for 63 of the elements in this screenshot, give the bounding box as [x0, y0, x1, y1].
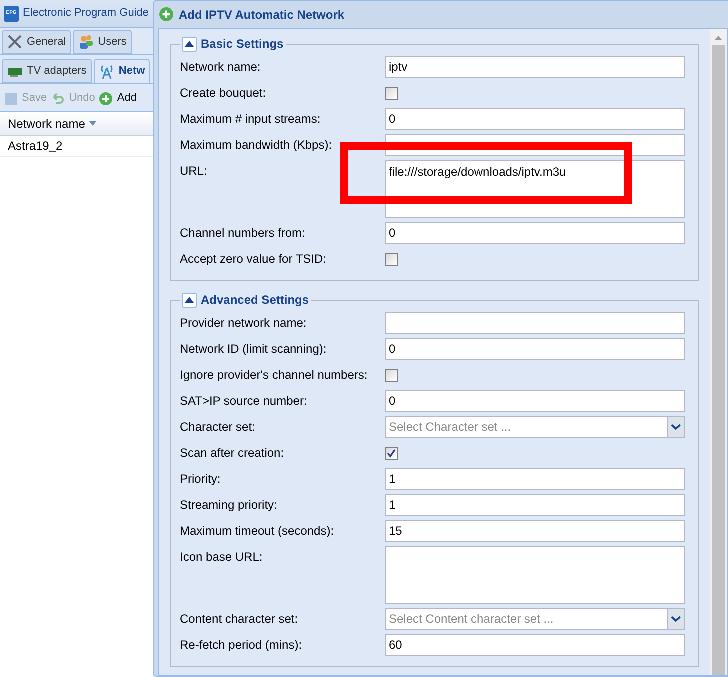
tab[interactable]: Netw	[94, 59, 150, 83]
field-label: SAT>IP source number:	[180, 393, 308, 410]
field-label: URL:	[180, 163, 208, 180]
field-label: Scan after creation:	[180, 445, 286, 462]
field-label: Icon base URL:	[180, 549, 264, 566]
tab[interactable]: General	[2, 30, 72, 54]
checkbox[interactable]	[385, 368, 398, 382]
toolbar-button[interactable]: Add	[99, 90, 137, 107]
column-header[interactable]: Network name	[0, 112, 153, 136]
text-field[interactable]: 0	[385, 108, 685, 130]
antenna-icon	[98, 64, 115, 80]
field-label: Create bouquet:	[180, 85, 268, 102]
group-title: Basic Settings	[201, 36, 284, 53]
field-label: Maximum bandwidth (Kbps):	[180, 137, 334, 154]
dropdown-icon	[667, 417, 684, 437]
app-title: Electronic Program Guide	[23, 6, 149, 22]
undo-icon	[51, 92, 66, 106]
collapse-button[interactable]	[182, 36, 197, 52]
field-label: Accept zero value for TSID:	[180, 251, 328, 268]
text-field[interactable]: 1	[385, 494, 685, 516]
field-label: Streaming priority:	[180, 497, 278, 514]
text-area[interactable]: file:///storage/downloads/iptv.m3u	[385, 160, 685, 218]
text-field[interactable]	[385, 312, 685, 334]
checkbox[interactable]	[385, 446, 398, 460]
field-label: Character set:	[180, 419, 256, 436]
field-label: Maximum # input streams:	[180, 111, 322, 128]
save-icon	[4, 92, 18, 106]
sort-icon	[89, 121, 98, 126]
field-label: Ignore provider's channel numbers:	[180, 367, 369, 384]
group-title: Advanced Settings	[201, 292, 310, 309]
dropdown-icon	[667, 609, 684, 629]
text-area[interactable]	[385, 546, 685, 604]
collapse-icon	[185, 41, 194, 47]
tab[interactable]: TV adapters	[2, 59, 92, 83]
add-icon	[159, 7, 174, 22]
scrollbar-thumb[interactable]	[712, 45, 725, 675]
collapse-button[interactable]	[182, 292, 197, 308]
tab[interactable]: Users	[73, 30, 132, 54]
users-icon	[78, 34, 94, 50]
field-label: Provider network name:	[180, 315, 308, 332]
text-field[interactable]: 0	[385, 222, 685, 244]
scrollbar[interactable]	[710, 29, 727, 675]
text-field[interactable]: 60	[385, 634, 685, 656]
collapse-icon	[185, 297, 194, 303]
field-label: Network name:	[180, 59, 262, 76]
select-field[interactable]: Select Content character set ...	[385, 608, 685, 630]
field-label: Priority:	[180, 471, 222, 488]
field-label: Content character set:	[180, 611, 300, 628]
text-field[interactable]: 1	[385, 468, 685, 490]
field-label: Maximum timeout (seconds):	[180, 523, 336, 540]
checkbox[interactable]	[385, 252, 398, 266]
checkbox[interactable]	[385, 86, 398, 100]
add-icon	[99, 92, 114, 106]
text-field[interactable]: iptv	[385, 56, 685, 78]
text-field[interactable]: 15	[385, 520, 685, 542]
scroll-up-icon	[715, 36, 722, 40]
select-field[interactable]: Select Character set ...	[385, 416, 685, 438]
field-label: Network ID (limit scanning):	[180, 341, 328, 358]
text-field[interactable]: 0	[385, 338, 685, 360]
field-label: Re-fetch period (mins):	[180, 637, 304, 654]
field-label: Channel numbers from:	[180, 225, 306, 242]
text-field[interactable]: 0	[385, 390, 685, 412]
dialog-title: Add IPTV Automatic Network	[179, 6, 345, 24]
